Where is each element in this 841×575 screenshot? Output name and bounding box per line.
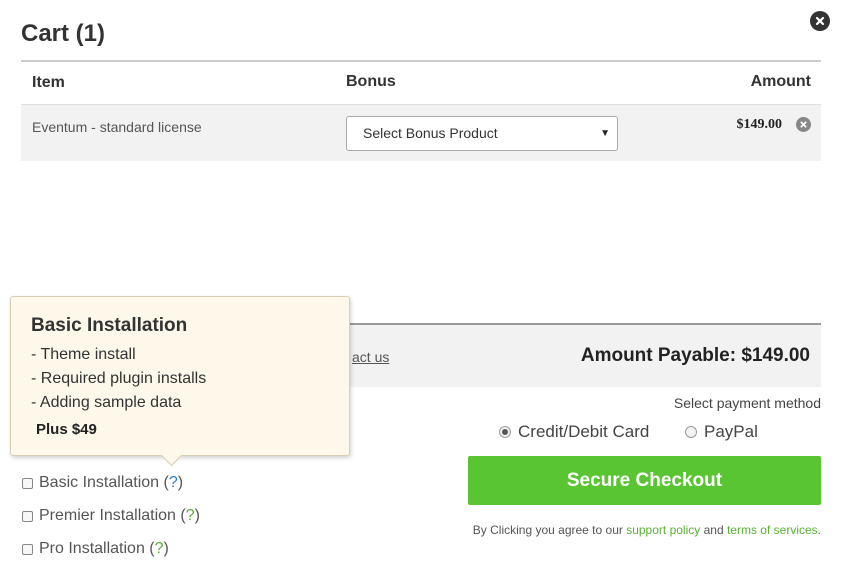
item-price: $149.00	[736, 117, 783, 132]
tooltip-line: - Theme install	[31, 346, 136, 363]
addon-premier-info-link[interactable]: ?	[186, 507, 195, 525]
column-header-item: Item	[32, 74, 65, 91]
table-row: Eventum - standard license Select Bonus …	[21, 105, 821, 161]
addon-premier-checkbox[interactable]	[22, 510, 33, 522]
payment-option-card-label: Credit/Debit Card	[518, 422, 650, 441]
item-name: Eventum - standard license	[32, 119, 202, 135]
tooltip-line: - Adding sample data	[31, 394, 182, 411]
payment-option-paypal[interactable]: PayPal	[685, 422, 758, 442]
amount-payable: Amount Payable: $149.00	[580, 345, 810, 366]
table-header: Item Bonus Amount	[21, 60, 821, 105]
caret-down-icon: ▼	[600, 128, 610, 139]
tooltip-title: Basic Installation	[31, 315, 188, 336]
bonus-product-select[interactable]: Select Bonus Product ▼	[346, 116, 618, 151]
support-policy-link[interactable]: support policy	[626, 523, 700, 537]
terms-suffix: .	[817, 523, 821, 537]
addon-premier-installation: Premier Installation (?)	[22, 507, 200, 525]
payment-option-card[interactable]: Credit/Debit Card	[499, 422, 649, 442]
close-icon[interactable]	[810, 11, 830, 31]
secure-checkout-button[interactable]: Secure Checkout	[468, 456, 821, 505]
terms-of-services-link[interactable]: terms of services	[727, 523, 818, 537]
bonus-select-value: Select Bonus Product	[363, 125, 498, 141]
cart-table: Item Bonus Amount Eventum - standard lic…	[21, 60, 821, 161]
tooltip-price: Plus $49	[36, 421, 97, 438]
addon-pro-installation: Pro Installation (?)	[22, 540, 169, 558]
payment-method-label: Select payment method	[673, 395, 821, 411]
radio-paypal[interactable]	[685, 426, 697, 438]
terms-and: and	[703, 523, 724, 537]
contact-us-link[interactable]: act us	[352, 349, 389, 365]
tooltip-line: - Required plugin installs	[31, 370, 207, 387]
terms-notice: By Clicking you agree to our support pol…	[473, 523, 821, 537]
paren-close: )	[177, 474, 184, 491]
radio-card[interactable]	[499, 426, 511, 438]
addon-pro-info-link[interactable]: ?	[155, 540, 164, 558]
addon-pro-checkbox[interactable]	[22, 543, 33, 555]
addon-basic-checkbox[interactable]	[22, 477, 33, 489]
addon-tooltip: Basic Installation - Theme install - Req…	[10, 296, 350, 456]
column-header-bonus: Bonus	[346, 73, 396, 90]
paren-close: )	[194, 507, 200, 524]
addon-basic-installation: Basic Installation (?)	[22, 474, 183, 492]
remove-item-icon[interactable]	[796, 117, 811, 132]
terms-prefix: By Clicking you agree to our	[472, 523, 623, 537]
payment-option-paypal-label: PayPal	[704, 422, 758, 441]
addon-basic-info-link[interactable]: ?	[169, 474, 178, 492]
cart-title: Cart (1)	[21, 20, 106, 47]
addon-pro-label: Pro Installation	[39, 540, 145, 557]
addon-basic-label: Basic Installation	[39, 474, 160, 491]
paren-close: )	[163, 540, 169, 557]
addon-premier-label: Premier Installation	[39, 507, 176, 524]
column-header-amount: Amount	[750, 73, 811, 90]
